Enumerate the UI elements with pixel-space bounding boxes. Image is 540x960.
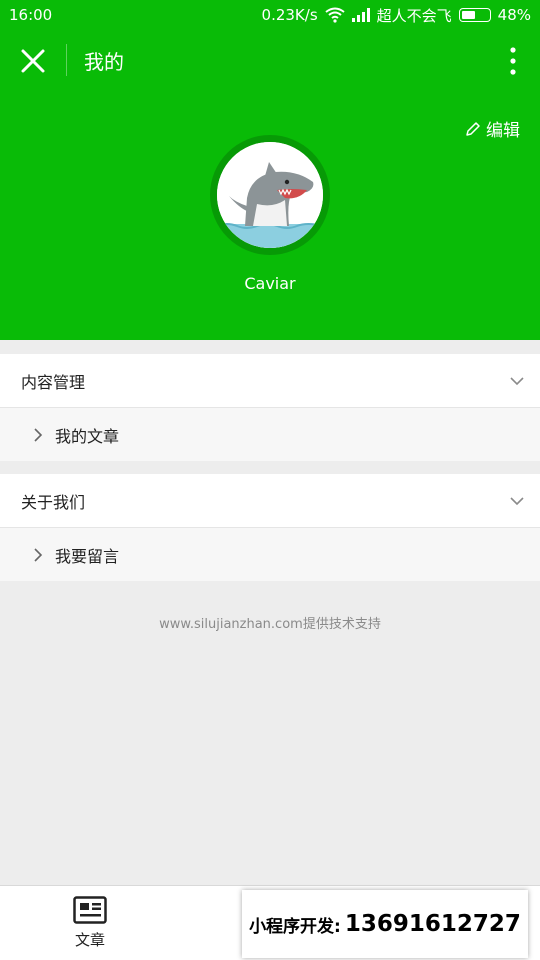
more-icon[interactable] bbox=[510, 46, 516, 76]
article-icon bbox=[73, 896, 107, 924]
support-text: www.silujianzhan.com提供技术支持 bbox=[159, 617, 381, 632]
chevron-right-icon bbox=[34, 428, 43, 442]
status-right: 0.23K/s 超人不会飞 48% bbox=[262, 5, 531, 26]
section-content-management[interactable]: 内容管理 bbox=[0, 354, 540, 408]
status-time: 16:00 bbox=[9, 6, 53, 24]
promo-label: 小程序开发: bbox=[249, 916, 341, 937]
signal-icon bbox=[351, 8, 370, 22]
battery-level: 48% bbox=[497, 6, 531, 24]
section-title-label: 内容管理 bbox=[21, 373, 86, 392]
section-about-us[interactable]: 关于我们 bbox=[0, 474, 540, 528]
user-nickname: Caviar bbox=[244, 274, 296, 293]
edit-label: 编辑 bbox=[486, 121, 520, 141]
menu-item-my-articles[interactable]: 我的文章 bbox=[0, 408, 540, 461]
promo-phone: 13691612727 bbox=[344, 911, 521, 937]
promo-banner: 小程序开发: 13691612727 bbox=[242, 890, 528, 958]
pencil-icon bbox=[466, 121, 480, 136]
close-icon[interactable] bbox=[20, 48, 46, 74]
menu-item-leave-message[interactable]: 我要留言 bbox=[0, 528, 540, 581]
battery-icon bbox=[458, 8, 491, 22]
status-bar: 16:00 0.23K/s 超人不会飞 48% bbox=[0, 0, 540, 30]
section-title-label: 关于我们 bbox=[21, 493, 86, 512]
carrier-name: 超人不会飞 bbox=[376, 6, 452, 25]
chevron-right-icon bbox=[34, 548, 43, 562]
profile-header: 编辑 Caviar bbox=[0, 92, 540, 340]
wifi-icon bbox=[325, 7, 345, 23]
chevron-down-icon bbox=[510, 497, 524, 506]
edit-button[interactable]: 编辑 bbox=[465, 116, 520, 141]
page-title: 我的 bbox=[84, 50, 124, 74]
tab-articles[interactable]: 文章 bbox=[45, 896, 135, 950]
tab-label: 文章 bbox=[74, 931, 105, 949]
nav-divider bbox=[66, 44, 67, 76]
avatar[interactable] bbox=[210, 135, 330, 255]
menu-item-label: 我的文章 bbox=[55, 427, 120, 446]
chevron-down-icon bbox=[510, 377, 524, 386]
network-speed: 0.23K/s bbox=[261, 6, 318, 24]
shark-avatar-image bbox=[217, 142, 323, 248]
menu-item-label: 我要留言 bbox=[55, 547, 120, 566]
nav-bar: 我的 bbox=[0, 30, 540, 92]
